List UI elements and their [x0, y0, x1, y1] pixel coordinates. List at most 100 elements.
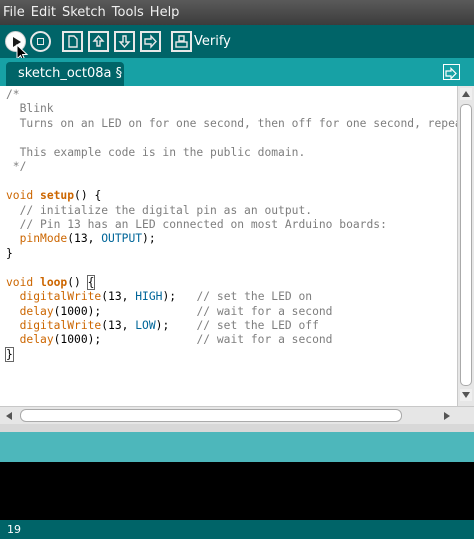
- menu-tools[interactable]: Tools: [109, 0, 147, 25]
- code-line: delay(1000); // wait for a second: [6, 333, 469, 347]
- code-token: );: [142, 232, 156, 246]
- open-icon: [92, 34, 105, 47]
- code-line: delay(1000); // wait for a second: [6, 305, 469, 319]
- code-token: HIGH: [135, 290, 163, 304]
- code-token: pinMode: [19, 232, 68, 246]
- split-divider[interactable]: [0, 424, 474, 432]
- code-line: }: [5, 346, 469, 362]
- code-token: void: [6, 189, 34, 203]
- code-text[interactable]: /* Blink Turns on an LED on for one seco…: [5, 88, 469, 362]
- code-token: () {: [74, 189, 102, 203]
- code-token: digitalWrite: [19, 319, 102, 332]
- chevron-left-icon[interactable]: [6, 412, 12, 420]
- code-token: delay: [19, 304, 54, 318]
- code-token: );: [155, 319, 197, 332]
- code-token: {: [86, 274, 96, 290]
- code-token: (): [67, 275, 88, 289]
- menu-bar: File Edit Sketch Tools Help: [0, 0, 474, 25]
- open-button[interactable]: [88, 31, 109, 52]
- tab-menu-button[interactable]: [443, 64, 460, 80]
- code-token: void: [6, 275, 34, 289]
- code-token: Blink: [6, 102, 54, 116]
- tab-sketch[interactable]: sketch_oct08a §: [6, 62, 124, 86]
- menu-sketch[interactable]: Sketch: [59, 0, 109, 25]
- menu-edit[interactable]: Edit: [28, 0, 59, 25]
- code-line: digitalWrite(13, LOW); // set the LED of…: [6, 319, 469, 333]
- save-icon: [118, 35, 131, 49]
- chevron-down-icon: [462, 392, 470, 398]
- code-token: Turns on an LED on for one second, then …: [6, 116, 469, 130]
- new-icon: [68, 35, 78, 48]
- code-token: // wait for a second: [196, 304, 333, 318]
- message-area: [0, 432, 474, 462]
- code-token: /*: [6, 88, 20, 101]
- code-line: */: [6, 160, 469, 174]
- horizontal-scroll-thumb[interactable]: [20, 409, 402, 422]
- serial-monitor-button[interactable]: [171, 31, 192, 52]
- code-token: (13,: [101, 319, 136, 332]
- code-token: // Pin 13 has an LED connected on most A…: [6, 217, 387, 231]
- chevron-right-icon[interactable]: [444, 412, 450, 420]
- code-token: OUTPUT: [101, 232, 143, 246]
- code-line: // initialize the digital pin as an outp…: [6, 204, 469, 218]
- vertical-scrollbar[interactable]: [457, 86, 474, 406]
- menu-file[interactable]: File: [0, 0, 28, 25]
- code-token: loop: [40, 275, 68, 289]
- save-button[interactable]: [114, 31, 135, 52]
- chevron-up-icon: [462, 91, 470, 97]
- code-line: // Pin 13 has an LED connected on most A…: [6, 218, 469, 232]
- code-line: Turns on an LED on for one second, then …: [6, 117, 469, 131]
- code-line: }: [6, 247, 469, 261]
- code-token: // set the LED off: [196, 319, 319, 332]
- arrow-right-icon: [445, 67, 457, 80]
- code-token: );: [162, 290, 197, 304]
- code-line: /*: [6, 88, 469, 102]
- code-token: (13,: [67, 232, 102, 246]
- code-token: */: [6, 160, 27, 174]
- vertical-scroll-thumb[interactable]: [460, 104, 472, 386]
- code-line: digitalWrite(13, HIGH); // set the LED o…: [6, 290, 469, 304]
- stop-icon: [37, 38, 44, 45]
- code-line: Blink: [6, 102, 469, 116]
- scroll-down-button[interactable]: [460, 389, 472, 401]
- code-token: // wait for a second: [196, 333, 333, 347]
- code-token: digitalWrite: [19, 290, 102, 304]
- code-token: This example code is in the public domai…: [6, 145, 306, 159]
- code-token: }: [6, 246, 13, 260]
- scroll-up-button[interactable]: [460, 88, 472, 100]
- code-token: (13,: [101, 290, 136, 304]
- stop-button[interactable]: [30, 31, 51, 52]
- code-line: void loop() {: [6, 274, 469, 290]
- code-token: }: [5, 346, 14, 362]
- code-token: (1000);: [53, 304, 197, 318]
- upload-icon: [144, 34, 157, 49]
- code-token: // initialize the digital pin as an outp…: [6, 203, 313, 217]
- status-bar: 19: [0, 520, 474, 539]
- code-line: void setup() {: [6, 189, 469, 203]
- horizontal-scrollbar[interactable]: [0, 406, 474, 424]
- code-line: pinMode(13, OUTPUT);: [6, 232, 469, 246]
- code-token: LOW: [135, 319, 156, 332]
- toolbar: [0, 25, 474, 58]
- code-line: This example code is in the public domai…: [6, 146, 469, 160]
- code-token: setup: [40, 189, 75, 203]
- menu-help[interactable]: Help: [147, 0, 183, 25]
- console-output: [0, 462, 474, 520]
- tab-bar: sketch_oct08a §: [0, 58, 474, 86]
- code-token: // set the LED on: [196, 290, 313, 304]
- toolbar-hover-label: Verify: [194, 34, 231, 49]
- upload-button[interactable]: [140, 31, 161, 52]
- code-editor[interactable]: /* Blink Turns on an LED on for one seco…: [0, 86, 474, 424]
- code-token: (1000);: [53, 333, 197, 347]
- new-button[interactable]: [62, 31, 83, 52]
